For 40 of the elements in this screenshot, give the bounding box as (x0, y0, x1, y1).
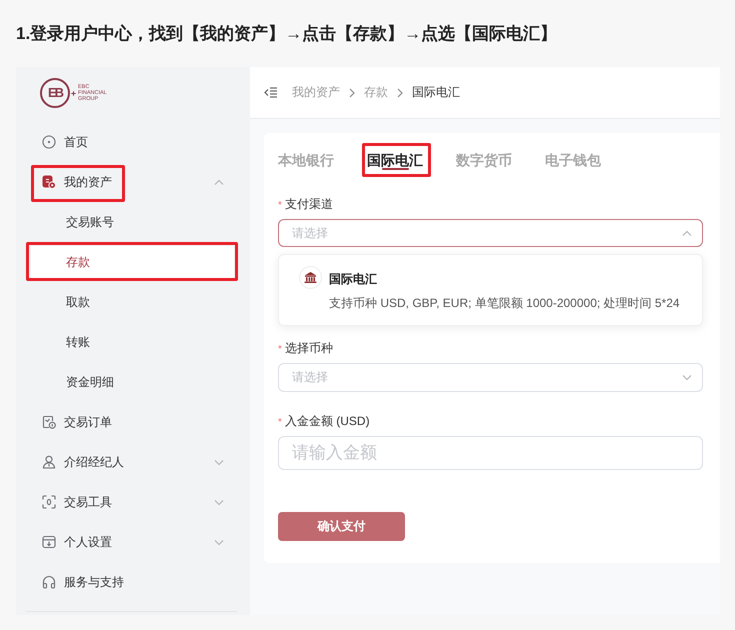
chevron-right-icon (349, 88, 355, 98)
instruction-heading: 1.登录用户中心，找到【我的资产】→点击【存款】→点选【国际电汇】 (15, 23, 558, 45)
field-label: 入金金额 (USD) (284, 413, 370, 429)
sidebar-item[interactable]: 交易订单 (16, 402, 250, 442)
required-mark: * (278, 199, 282, 213)
option-description: 支持币种 USD, GBP, EUR; 单笔限额 1000-200000; 处理时间 5*24 (329, 295, 680, 312)
sidebar-item[interactable]: 交易工具 (16, 482, 250, 522)
sidebar-item[interactable]: 我的资产 (16, 162, 250, 202)
sidebar-item[interactable]: 服务与支持 (16, 562, 250, 602)
sidebar-subitem[interactable]: 存款 (31, 246, 234, 278)
sidebar-item[interactable]: 介绍经纪人 (16, 442, 250, 482)
chevron-down-icon (682, 374, 692, 381)
chevron-up-icon (682, 230, 692, 236)
required-mark: * (278, 416, 282, 430)
field-label: 支付渠道 (284, 196, 333, 212)
panel-icon (42, 535, 56, 549)
document-coin-icon (42, 415, 56, 429)
amount-input[interactable]: 请输入金额 (278, 436, 703, 470)
scan-icon (42, 495, 56, 509)
required-mark: * (278, 343, 282, 357)
user-icon (42, 455, 56, 469)
collapse-menu-icon[interactable] (264, 87, 278, 98)
wallet-icon (42, 175, 56, 189)
home-icon (42, 135, 56, 149)
logo-mark: EB (40, 78, 70, 108)
sidebar-item[interactable]: 首页 (16, 122, 250, 162)
tab[interactable]: 国际电汇 (367, 146, 423, 174)
sidebar-subitem[interactable]: 资金明细 (31, 366, 234, 398)
sidebar-subitem[interactable]: 取款 (31, 286, 234, 318)
field-label: 选择币种 (284, 340, 333, 356)
plus-icon (71, 90, 76, 96)
submit-button[interactable]: 确认支付 (278, 512, 405, 541)
breadcrumb-current: 国际电汇 (412, 84, 460, 101)
option-title[interactable]: 国际电汇 (329, 270, 680, 288)
headset-icon (42, 575, 56, 589)
bank-icon (299, 266, 322, 289)
sidebar-subitem[interactable]: 交易账号 (31, 206, 234, 238)
sidebar-subitem[interactable]: 转账 (31, 326, 234, 358)
sidebar-item[interactable]: 个人设置 (16, 522, 250, 562)
chevron-right-icon (397, 88, 403, 98)
